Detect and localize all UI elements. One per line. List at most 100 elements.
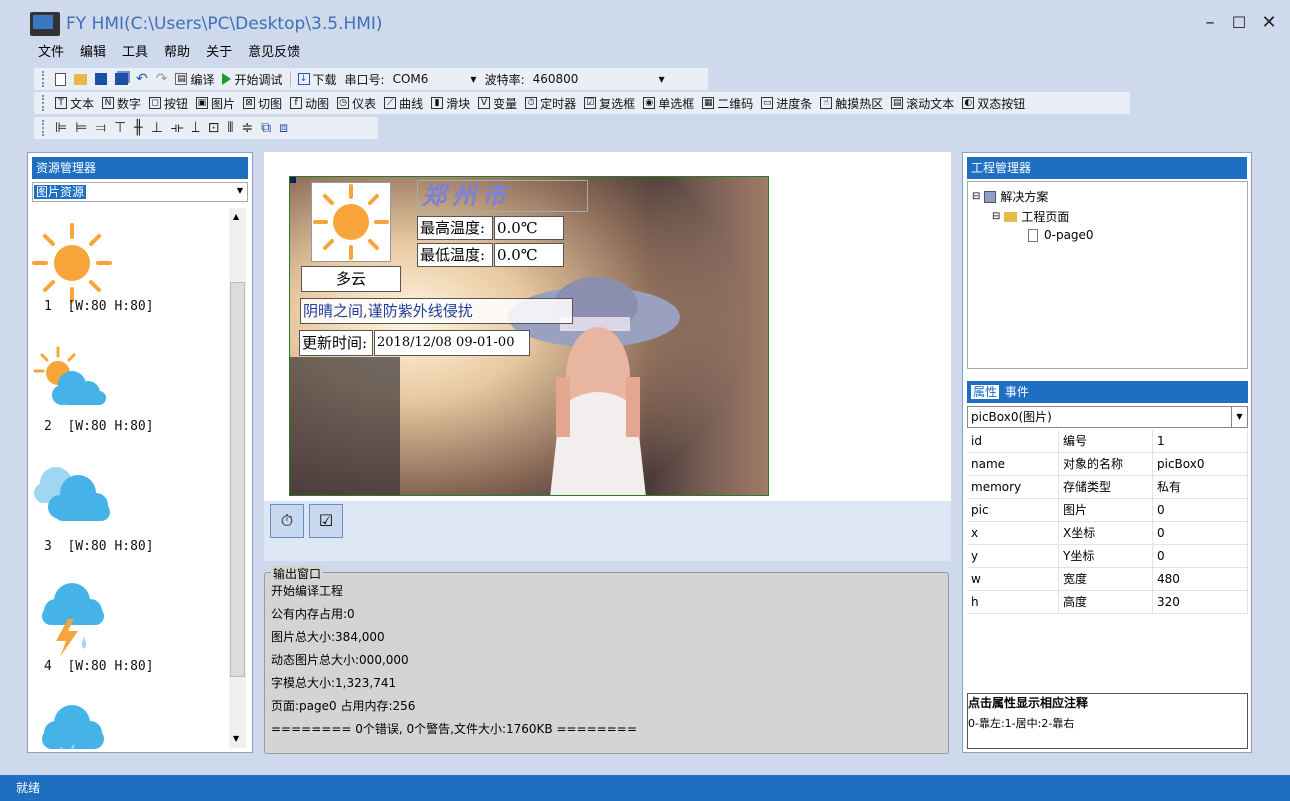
scroll-down-icon[interactable]: ▼ (233, 734, 239, 743)
tip-text[interactable]: 阴晴之间,谨防紫外线侵扰 (300, 298, 573, 324)
property-row[interactable]: x X坐标 0 (967, 522, 1248, 545)
save-icon[interactable] (91, 73, 111, 85)
property-row[interactable]: pic 图片 0 (967, 499, 1248, 522)
close-button[interactable]: ✕ (1254, 8, 1284, 38)
align-hcenter-icon[interactable]: ⊨ (71, 120, 91, 136)
tool-4[interactable]: ⊠ 切图 (239, 95, 286, 112)
new-file-icon[interactable] (51, 72, 70, 86)
image-item[interactable] (32, 345, 112, 418)
property-value[interactable]: 0 (1153, 545, 1248, 567)
toolbar-grip[interactable] (42, 120, 45, 136)
menu-about[interactable]: 关于 (198, 44, 240, 64)
property-value[interactable]: 私有 (1153, 476, 1248, 498)
maximize-button[interactable]: ☐ (1224, 8, 1254, 38)
property-row[interactable]: y Y坐标 0 (967, 545, 1248, 568)
tool-7[interactable]: ⟋ 曲线 (380, 95, 427, 112)
collapse-icon[interactable]: ⊟ (972, 191, 980, 202)
toolbar-grip[interactable] (42, 95, 45, 111)
tool-16[interactable]: ▤ 滚动文本 (887, 95, 958, 112)
update-time-value[interactable]: 2018/12/08 09-01-00 (374, 330, 530, 356)
tool-6[interactable]: ◷ 仪表 (333, 95, 380, 112)
property-value[interactable]: picBox0 (1153, 453, 1248, 475)
tool-8[interactable]: ▮ 滑块 (427, 95, 474, 112)
property-value[interactable]: 320 (1153, 591, 1248, 613)
menu-help[interactable]: 帮助 (156, 44, 198, 64)
min-temp-value[interactable]: 0.0℃ (494, 243, 564, 267)
property-value[interactable]: 480 (1153, 568, 1248, 590)
start-debug-button[interactable]: 开始调试 (218, 71, 286, 88)
same-width-icon[interactable]: ⫴ (224, 120, 238, 136)
tool-17[interactable]: ◐ 双态按钮 (958, 95, 1029, 112)
send-back-icon[interactable]: ⧈ (275, 120, 292, 136)
property-value[interactable]: 0 (1153, 499, 1248, 521)
min-temp-label[interactable]: 最低温度: (417, 243, 493, 267)
tab-events[interactable]: 事件 (1005, 385, 1029, 399)
resource-type-select[interactable]: 图片资源 ▼ (32, 182, 248, 202)
variable-object-icon[interactable]: ☑ (309, 504, 343, 538)
port-select[interactable]: COM6 ▼ (388, 72, 481, 86)
tool-9[interactable]: V 变量 (474, 95, 521, 112)
undo-icon[interactable]: ↶ (132, 71, 152, 87)
tool-1[interactable]: N 数字 (98, 95, 145, 112)
baud-select[interactable]: 460800 ▼ (528, 72, 669, 86)
menu-file[interactable]: 文件 (30, 44, 72, 64)
save-all-icon[interactable] (111, 73, 132, 85)
align-right-icon[interactable]: ⫤ (91, 120, 110, 136)
align-top-icon[interactable]: ⊤ (110, 120, 130, 136)
bring-front-icon[interactable]: ⧉ (257, 120, 275, 136)
redo-icon[interactable]: ↷ (152, 71, 172, 87)
distribute-v-icon[interactable]: ⟘ (188, 120, 204, 136)
tool-2[interactable]: ◻ 按钮 (145, 95, 192, 112)
tool-13[interactable]: ▦ 二维码 (698, 95, 757, 112)
property-value[interactable]: 0 (1153, 522, 1248, 544)
city-text[interactable]: 郑州市 (417, 180, 588, 212)
tree-node-page0[interactable]: 0-page0 (1028, 228, 1094, 242)
align-left-icon[interactable]: ⊫ (51, 120, 71, 136)
minimize-button[interactable]: – (1195, 8, 1225, 38)
property-row[interactable]: h 高度 320 (967, 591, 1248, 614)
align-bottom-icon[interactable]: ⊥ (147, 120, 167, 136)
same-height-icon[interactable]: ≑ (237, 120, 257, 136)
update-time-label[interactable]: 更新时间: (299, 330, 373, 356)
menu-tools[interactable]: 工具 (114, 44, 156, 64)
property-row[interactable]: name 对象的名称 picBox0 (967, 453, 1248, 476)
same-size-icon[interactable]: ⊡ (204, 120, 224, 136)
tool-12[interactable]: ◉ 单选框 (639, 95, 698, 112)
property-row[interactable]: memory 存储类型 私有 (967, 476, 1248, 499)
selection-handle[interactable] (290, 177, 296, 183)
image-item[interactable] (32, 223, 112, 306)
tool-14[interactable]: ▭ 进度条 (757, 95, 816, 112)
download-button[interactable]: ↓ 下载 (294, 71, 341, 88)
image-item[interactable] (32, 459, 112, 532)
tool-15[interactable]: ☝ 触摸热区 (816, 95, 887, 112)
max-temp-label[interactable]: 最高温度: (417, 216, 493, 240)
open-file-icon[interactable] (70, 73, 91, 85)
tool-11[interactable]: ☑ 复选框 (580, 95, 639, 112)
max-temp-value[interactable]: 0.0℃ (494, 216, 564, 240)
image-item[interactable] (32, 699, 112, 749)
tool-5[interactable]: f 动图 (286, 95, 333, 112)
resource-scrollbar[interactable]: ▲ ▼ (229, 208, 246, 748)
menu-feedback[interactable]: 意见反馈 (240, 44, 308, 64)
tool-10[interactable]: ⏱ 定时器 (521, 95, 580, 112)
tool-3[interactable]: ▣ 图片 (192, 95, 239, 112)
align-vcenter-icon[interactable]: ╫ (130, 120, 146, 136)
object-select[interactable]: picBox0(图片) ▼ (967, 406, 1248, 428)
scrollbar-thumb[interactable] (230, 282, 245, 677)
image-item[interactable] (32, 579, 112, 662)
weather-text[interactable]: 多云 (301, 266, 401, 292)
timer-object-icon[interactable]: ⏱ (270, 504, 304, 538)
scroll-up-icon[interactable]: ▲ (233, 212, 239, 221)
compile-button[interactable]: ▤ 编译 (171, 71, 218, 88)
weather-pic[interactable] (311, 182, 391, 262)
distribute-h-icon[interactable]: ⟛ (167, 120, 188, 136)
toolbar-grip[interactable] (42, 71, 45, 87)
property-value[interactable]: 1 (1153, 430, 1248, 452)
property-row[interactable]: id 编号 1 (967, 430, 1248, 453)
menu-edit[interactable]: 编辑 (72, 44, 114, 64)
tab-properties[interactable]: 属性 (971, 385, 1000, 399)
property-row[interactable]: w 宽度 480 (967, 568, 1248, 591)
tree-node-pages[interactable]: ⊟ 工程页面 (992, 208, 1069, 225)
tool-0[interactable]: T 文本 (51, 95, 98, 112)
tree-node-solution[interactable]: ⊟ 解决方案 (972, 188, 1048, 205)
